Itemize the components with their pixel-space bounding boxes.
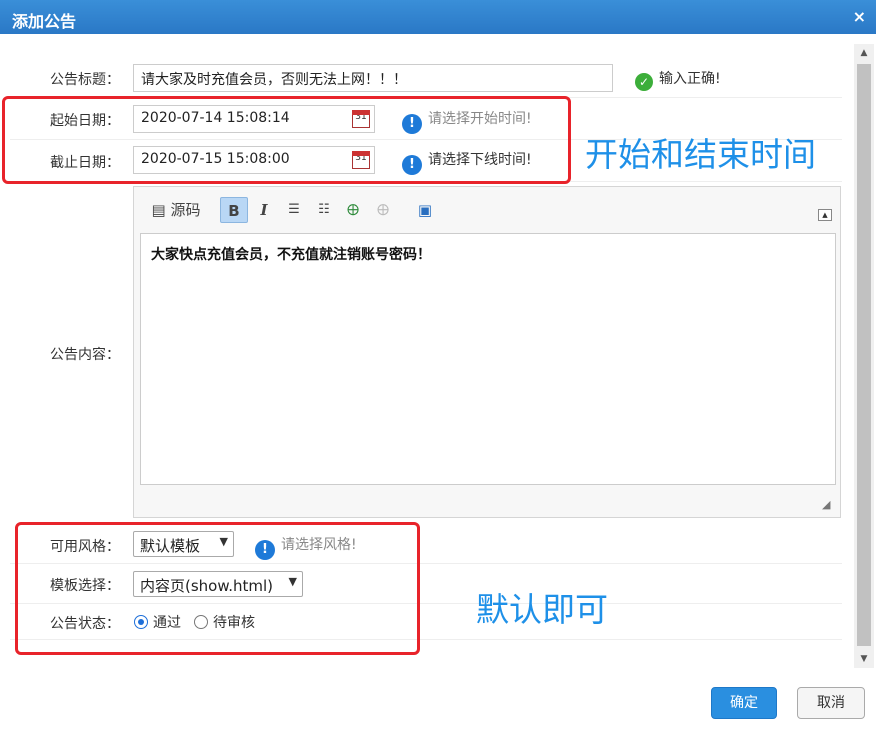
source-label: 源码	[170, 201, 201, 219]
unlink-icon[interactable]: 🜨	[370, 197, 396, 223]
content-label: 公告内容：	[50, 347, 120, 363]
dialog-title: 添加公告	[12, 12, 77, 31]
bold-icon[interactable]: B	[220, 197, 248, 223]
italic-icon[interactable]: I	[252, 197, 276, 223]
editor-toolbar: ▤ 源码 B I ☰ ☷ 🜨 🜨 ▣	[134, 187, 840, 231]
collapse-toolbar-icon[interactable]: ▲	[818, 209, 832, 221]
dialog-titlebar: 添加公告 ×	[0, 0, 876, 34]
confirm-button[interactable]: 确定	[711, 687, 777, 719]
title-hint: ✓ 输入正确!	[635, 68, 721, 91]
title-hint-text: 输入正确!	[659, 71, 721, 87]
title-row: 公告标题： 请大家及时充值会员，否则无法上网！！！ ✓ 输入正确!	[10, 58, 842, 98]
unordered-list-icon[interactable]: ☷	[312, 197, 336, 223]
title-input[interactable]: 请大家及时充值会员，否则无法上网！！！	[133, 64, 613, 92]
editor-content-area[interactable]: 大家快点充值会员，不充值就注销账号密码！	[140, 233, 836, 485]
scroll-down-icon[interactable]: ▼	[854, 650, 874, 668]
check-icon: ✓	[635, 73, 653, 91]
default-annotation-text: 默认即可	[476, 590, 608, 629]
scroll-thumb[interactable]	[857, 64, 871, 646]
resize-handle-icon[interactable]: ◢	[822, 499, 834, 511]
default-annotation-box	[15, 522, 420, 655]
time-annotation-box	[2, 96, 571, 184]
rich-text-editor: ▤ 源码 B I ☰ ☷ 🜨 🜨 ▣ ▲ 大家快点充值会员，不充值就注销账号密码…	[133, 186, 841, 518]
time-annotation-text: 开始和结束时间	[585, 135, 816, 174]
add-announcement-dialog: 添加公告 × ▲ ▼ 公告标题： 请大家及时充值会员，否则无法上网！！！ ✓ 输入…	[0, 0, 876, 730]
vertical-scrollbar[interactable]: ▲ ▼	[854, 44, 874, 668]
link-icon[interactable]: 🜨	[340, 197, 366, 223]
title-label: 公告标题：	[50, 72, 120, 88]
scroll-up-icon[interactable]: ▲	[854, 44, 874, 62]
cancel-button[interactable]: 取消	[797, 687, 865, 719]
ordered-list-icon[interactable]: ☰	[282, 197, 306, 223]
maximize-icon[interactable]: ▣	[412, 197, 438, 223]
source-button[interactable]: ▤ 源码	[148, 197, 204, 223]
close-icon[interactable]: ×	[853, 7, 866, 26]
source-icon: ▤	[151, 201, 166, 219]
